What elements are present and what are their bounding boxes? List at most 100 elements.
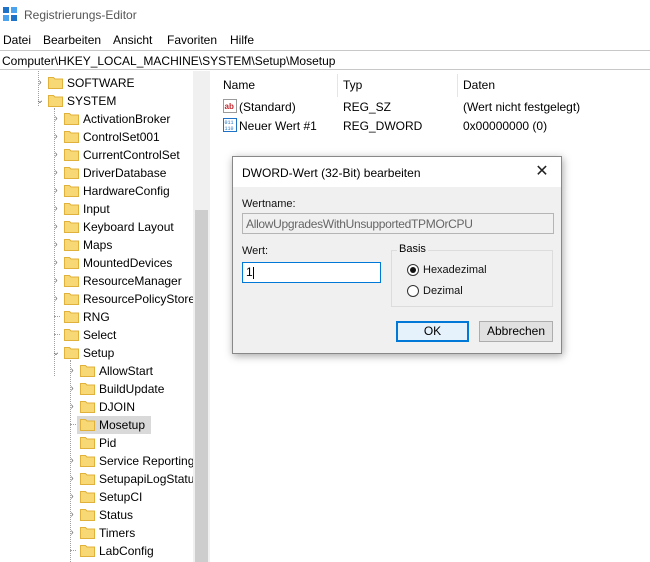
text-caret (252, 266, 254, 279)
tree-node[interactable]: Select (0, 326, 193, 344)
radio-selected-dot (410, 267, 416, 273)
value-name-text: AllowUpgradesWithUnsupportedTPMOrCPU (246, 217, 473, 231)
tree-node[interactable]: › Timers (0, 524, 193, 542)
tree-node[interactable]: ⌄ Setup (0, 344, 193, 362)
tree-node[interactable]: › Status (0, 506, 193, 524)
folder-icon (64, 185, 79, 197)
column-divider[interactable] (337, 74, 338, 97)
radio-button[interactable] (407, 264, 419, 276)
menu-ansicht[interactable]: Ansicht (113, 33, 152, 47)
chevron-right-icon[interactable]: › (50, 200, 62, 218)
chevron-right-icon[interactable]: › (50, 236, 62, 254)
chevron-down-icon[interactable]: ⌄ (34, 92, 46, 110)
chevron-right-icon[interactable]: › (66, 380, 78, 398)
tree-node[interactable]: › ActivationBroker (0, 110, 193, 128)
chevron-right-icon[interactable]: › (66, 470, 78, 488)
tree-node[interactable]: › DJOIN (0, 398, 193, 416)
tree-node[interactable]: › MountedDevices (0, 254, 193, 272)
tree-scrollbar-thumb[interactable] (195, 210, 208, 562)
tree-node-label: MountedDevices (83, 256, 173, 270)
chevron-right-icon[interactable]: › (50, 254, 62, 272)
tree-node[interactable]: › Input (0, 200, 193, 218)
menu-datei[interactable]: Datei (3, 33, 31, 47)
tree-node[interactable]: › SOFTWARE (0, 74, 193, 92)
column-header-data[interactable]: Daten (463, 78, 495, 92)
chevron-right-icon[interactable]: › (66, 362, 78, 380)
tree-node[interactable]: Mosetup (0, 416, 193, 434)
chevron-right-icon[interactable]: › (34, 74, 46, 92)
address-bar[interactable]: Computer\HKEY_LOCAL_MACHINE\SYSTEM\Setup… (0, 50, 650, 70)
value-data-label: Wert: (242, 245, 269, 257)
tree-node-label: Select (83, 328, 117, 342)
radio-hex-label[interactable]: Hexadezimal (423, 264, 487, 276)
column-header-type[interactable]: Typ (343, 78, 362, 92)
chevron-right-icon[interactable]: › (50, 182, 62, 200)
chevron-right-icon[interactable]: › (50, 110, 62, 128)
column-header-name[interactable]: Name (223, 78, 255, 92)
close-icon[interactable]: ✕ (531, 161, 553, 183)
chevron-right-icon[interactable]: › (66, 506, 78, 524)
chevron-right-icon[interactable]: › (50, 164, 62, 182)
tree-node[interactable]: › ControlSet001 (0, 128, 193, 146)
tree-node[interactable]: › BuildUpdate (0, 380, 193, 398)
registry-tree[interactable]: › SOFTWARE ⌄ SYSTEM › ActivationBroker › Contro… (0, 71, 209, 562)
chevron-right-icon[interactable]: › (50, 128, 62, 146)
chevron-right-icon[interactable]: › (66, 398, 78, 416)
chevron-right-icon[interactable]: › (66, 452, 78, 470)
folder-icon (80, 365, 95, 377)
value-data-input[interactable]: 1 (242, 262, 381, 283)
chevron-right-icon[interactable]: › (50, 146, 62, 164)
tree-node-label: Maps (83, 238, 113, 252)
chevron-right-icon[interactable]: › (50, 218, 62, 236)
chevron-right-icon[interactable]: › (50, 272, 62, 290)
value-data: 0x00000000 (0) (463, 119, 548, 133)
tree-node-label: LabConfig (99, 544, 154, 558)
radio-dec-label[interactable]: Dezimal (423, 285, 463, 297)
chevron-right-icon[interactable]: › (66, 488, 78, 506)
value-type: REG_SZ (343, 100, 392, 114)
menu-bearbeiten[interactable]: Bearbeiten (43, 33, 101, 47)
menu-hilfe[interactable]: Hilfe (230, 33, 254, 47)
tree-node-label: Service Reporting (99, 454, 195, 468)
tree-node[interactable]: › ResourceManager (0, 272, 193, 290)
tree-node[interactable]: Pid (0, 434, 193, 452)
tree-node[interactable]: › SetupapiLogStatu (0, 470, 194, 488)
tree-node[interactable]: › Maps (0, 236, 193, 254)
title-bar: Registrierungs-Editor (0, 0, 650, 30)
tree-node[interactable]: › Service Reporting (0, 452, 195, 470)
tree-node-label: DriverDatabase (83, 166, 167, 180)
address-path[interactable]: Computer\HKEY_LOCAL_MACHINE\SYSTEM\Setup… (2, 54, 335, 68)
folder-icon (80, 437, 95, 449)
ok-button[interactable]: OK (396, 321, 469, 342)
tree-node-label: ResourceManager (83, 274, 182, 288)
radio-button[interactable] (407, 285, 419, 297)
dialog-title-bar[interactable]: DWORD-Wert (32-Bit) bearbeiten ✕ (233, 157, 561, 187)
tree-node[interactable]: ⌄ SYSTEM (0, 92, 193, 110)
tree-node-label: HardwareConfig (83, 184, 170, 198)
tree-node[interactable]: › DriverDatabase (0, 164, 193, 182)
svg-text:110: 110 (225, 126, 234, 132)
tree-node[interactable]: RNG (0, 308, 193, 326)
folder-icon (64, 275, 79, 287)
tree-node[interactable]: › ResourcePolicyStore (0, 290, 195, 308)
value-name-label: Wertname: (242, 198, 296, 210)
cancel-button[interactable]: Abbrechen (479, 321, 553, 342)
folder-icon (80, 473, 95, 485)
chevron-right-icon[interactable]: › (50, 290, 62, 308)
tree-node[interactable]: › Keyboard Layout (0, 218, 193, 236)
tree-node[interactable]: › AllowStart (0, 362, 193, 380)
tree-node[interactable]: LabConfig (0, 542, 193, 560)
tree-node[interactable]: › SetupCI (0, 488, 193, 506)
value-name-field[interactable]: AllowUpgradesWithUnsupportedTPMOrCPU (242, 213, 554, 234)
folder-icon (64, 131, 79, 143)
tree-node-label: BuildUpdate (99, 382, 165, 396)
tree-node-label: AllowStart (99, 364, 154, 378)
folder-icon (64, 239, 79, 251)
column-divider[interactable] (457, 74, 458, 97)
menu-favoriten[interactable]: Favoriten (167, 33, 217, 47)
chevron-right-icon[interactable]: › (66, 524, 78, 542)
chevron-down-icon[interactable]: ⌄ (50, 344, 62, 362)
tree-node[interactable]: › HardwareConfig (0, 182, 193, 200)
tree-node[interactable]: › CurrentControlSet (0, 146, 193, 164)
folder-icon (48, 95, 63, 107)
